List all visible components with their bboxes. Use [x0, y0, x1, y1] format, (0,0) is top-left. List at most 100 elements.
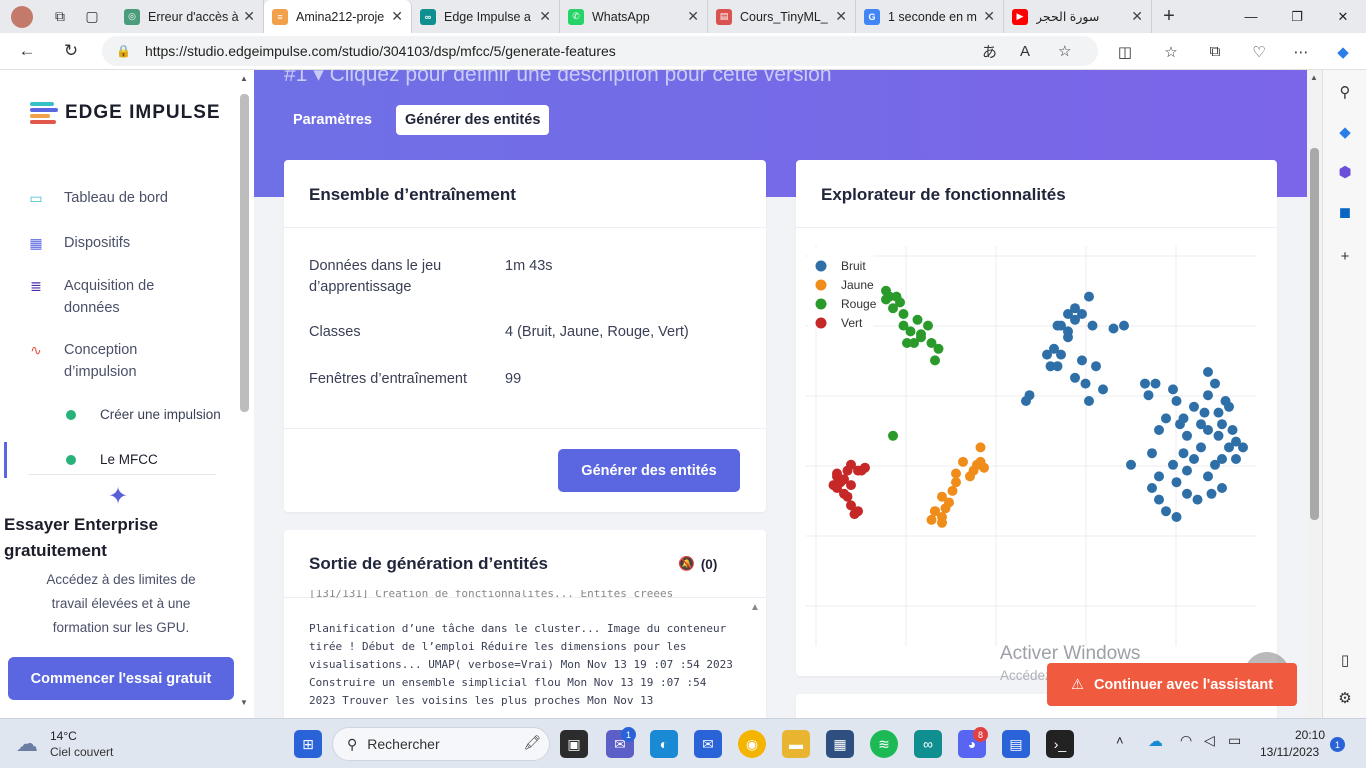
generate-features-button[interactable]: Générer des entités — [558, 449, 740, 492]
translate-icon[interactable]: あ — [982, 41, 997, 62]
data-point-bruit[interactable] — [1161, 413, 1171, 424]
data-point-jaune[interactable] — [968, 465, 979, 476]
data-point-bruit[interactable] — [1206, 488, 1217, 499]
close-tab-icon[interactable]: ✕ — [835, 8, 847, 25]
legend-label[interactable]: Jaune — [841, 278, 874, 292]
data-point-bruit[interactable] — [1154, 425, 1164, 435]
data-point-rouge[interactable] — [933, 343, 944, 354]
favorite-star-icon[interactable]: ☆ — [1058, 42, 1071, 60]
data-point-bruit[interactable] — [1182, 465, 1192, 476]
data-point-bruit[interactable] — [1080, 378, 1091, 389]
browser-tab[interactable]: ▤ Cours_TinyML_ ✕ — [708, 0, 856, 33]
data-point-bruit[interactable] — [1056, 349, 1066, 360]
data-point-bruit[interactable] — [1119, 320, 1129, 331]
data-point-jaune[interactable] — [975, 456, 986, 467]
data-point-rouge[interactable] — [916, 329, 926, 340]
outlook-icon[interactable]: ◼ — [1333, 200, 1357, 224]
back-button[interactable]: ← — [8, 33, 46, 70]
tab-actions-icon[interactable]: ▢ — [76, 0, 108, 33]
minimize-button[interactable]: — — [1228, 0, 1274, 33]
data-point-jaune[interactable] — [930, 506, 940, 517]
data-point-jaune[interactable] — [958, 456, 968, 467]
data-point-rouge[interactable] — [888, 303, 898, 314]
clock-date[interactable]: 13/11/2023 — [1260, 745, 1319, 759]
data-point-bruit[interactable] — [1045, 361, 1056, 372]
browser-essentials-icon[interactable]: ♡ — [1242, 33, 1276, 70]
data-point-jaune[interactable] — [947, 485, 958, 496]
data-point-bruit[interactable] — [1213, 407, 1224, 418]
nav-item-dashboard[interactable]: ▭ Tableau de bord — [26, 187, 168, 209]
data-point-bruit[interactable] — [1154, 471, 1164, 482]
onedrive-icon[interactable]: ☁ — [1148, 732, 1163, 750]
start-trial-button[interactable]: Commencer l'essai gratuit — [8, 657, 234, 700]
data-point-bruit[interactable] — [1091, 361, 1101, 372]
data-point-bruit[interactable] — [1077, 355, 1087, 366]
data-point-bruit[interactable] — [1084, 291, 1094, 302]
data-point-bruit[interactable] — [1213, 430, 1224, 441]
data-point-vert[interactable] — [842, 465, 853, 476]
spotify-icon[interactable]: ≋ — [870, 730, 898, 758]
nav-item-data-acquisition[interactable]: ≣ Acquisition de données — [26, 275, 176, 319]
data-point-vert[interactable] — [846, 480, 856, 491]
notepad-icon[interactable]: ▤ — [1002, 730, 1030, 758]
data-point-bruit[interactable] — [1150, 378, 1161, 389]
data-point-bruit[interactable] — [1126, 459, 1136, 470]
data-point-vert[interactable] — [828, 480, 839, 491]
data-point-rouge[interactable] — [923, 320, 933, 331]
shopping-icon[interactable]: ◆ — [1333, 120, 1357, 144]
main-scroll-thumb[interactable] — [1310, 148, 1319, 520]
data-point-bruit[interactable] — [1217, 419, 1227, 430]
split-screen-icon[interactable]: ◫ — [1108, 33, 1142, 70]
data-point-bruit[interactable] — [1021, 396, 1031, 406]
data-point-jaune[interactable] — [951, 477, 961, 488]
search-icon[interactable]: ⚲ — [1333, 80, 1357, 104]
url-field[interactable]: 🔒 https://studio.edgeimpulse.com/studio/… — [102, 36, 1098, 66]
close-tab-icon[interactable]: ✕ — [539, 8, 551, 25]
legend-marker[interactable] — [815, 260, 827, 272]
data-point-vert[interactable] — [842, 491, 853, 502]
restore-button[interactable]: ❐ — [1274, 0, 1320, 33]
data-point-bruit[interactable] — [1175, 419, 1185, 430]
data-point-bruit[interactable] — [1210, 378, 1220, 389]
sub-item-create-impulse[interactable]: Créer une impulsion — [66, 407, 221, 422]
edge-impulse-logo[interactable]: EDGE IMPULSE — [30, 102, 221, 124]
store-icon[interactable]: ▦ — [826, 730, 854, 758]
data-point-bruit[interactable] — [1189, 401, 1199, 412]
collections-icon[interactable]: ⧉ — [1198, 33, 1232, 70]
data-point-bruit[interactable] — [1224, 401, 1234, 412]
data-point-vert[interactable] — [849, 509, 860, 520]
browser-tab[interactable]: ≡ Amina212-proje ✕ — [264, 0, 412, 33]
tab-generate-features[interactable]: Générer des entités — [396, 105, 550, 135]
weather-description[interactable]: Ciel couvert — [50, 745, 113, 759]
browser-tab[interactable]: G 1 seconde en m ✕ — [856, 0, 1004, 33]
data-point-jaune[interactable] — [937, 517, 947, 528]
data-point-bruit[interactable] — [1238, 442, 1248, 453]
data-point-bruit[interactable] — [1168, 459, 1178, 470]
chevron-up-icon[interactable]: ˄ — [1116, 733, 1124, 748]
close-window-button[interactable]: ✕ — [1320, 0, 1366, 33]
data-point-bruit[interactable] — [1196, 442, 1206, 453]
nav-item-devices[interactable]: ▦ Dispositifs — [26, 232, 130, 254]
log-scroll-up-icon[interactable]: ▲ — [750, 602, 760, 613]
left-nav-scrollbar[interactable] — [240, 94, 249, 412]
data-point-bruit[interactable] — [1154, 494, 1164, 505]
file-explorer-icon[interactable]: ▬ — [782, 730, 810, 758]
data-point-jaune[interactable] — [926, 514, 937, 525]
data-point-bruit[interactable] — [1171, 477, 1182, 488]
data-point-bruit[interactable] — [1063, 326, 1073, 337]
data-point-bruit[interactable] — [1108, 323, 1119, 334]
legend-marker[interactable] — [815, 298, 827, 310]
close-tab-icon[interactable]: ✕ — [687, 8, 699, 25]
data-point-rouge[interactable] — [891, 291, 902, 302]
data-point-bruit[interactable] — [1231, 454, 1241, 464]
nav-item-impulse-design[interactable]: ∿ Conception d’impulsion — [26, 339, 176, 383]
legend-label[interactable]: Vert — [841, 316, 863, 330]
favorites-icon[interactable]: ☆ — [1154, 33, 1188, 70]
mute-notifications-button[interactable]: 🔕 (0) — [678, 556, 717, 572]
data-point-bruit[interactable] — [1189, 454, 1199, 464]
start-icon[interactable]: ⊞ — [294, 730, 322, 758]
data-point-bruit[interactable] — [1210, 459, 1220, 470]
close-tab-icon[interactable]: ✕ — [983, 8, 995, 25]
data-point-bruit[interactable] — [1147, 483, 1157, 493]
close-tab-icon[interactable]: ✕ — [1131, 8, 1143, 25]
